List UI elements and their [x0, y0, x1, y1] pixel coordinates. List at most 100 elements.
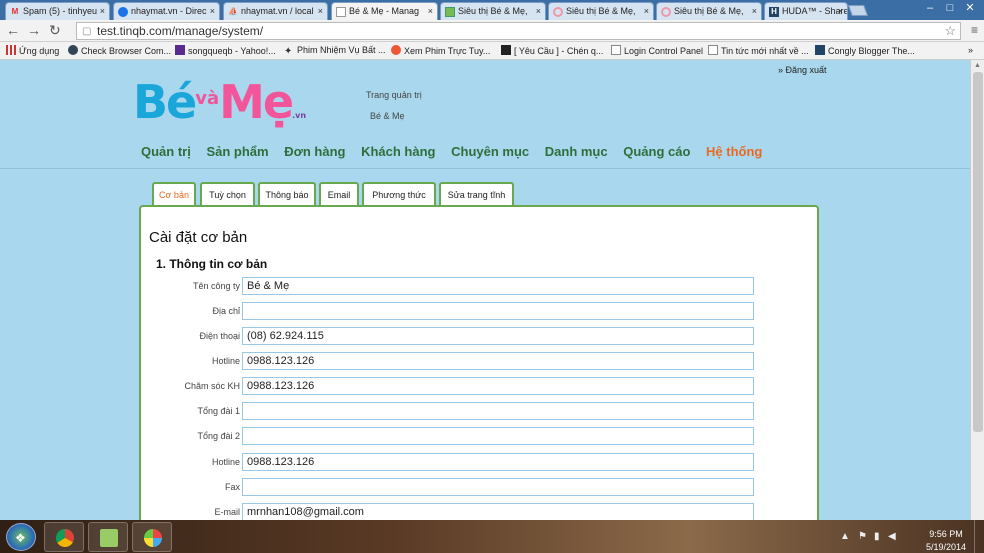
yahoo-icon — [175, 45, 185, 55]
close-icon[interactable]: × — [644, 6, 649, 16]
browser-tab[interactable]: Siêu thị Bé & Mẹ, × — [656, 2, 762, 20]
tab-thong-bao[interactable]: Thông báo — [258, 182, 316, 205]
close-icon[interactable]: × — [838, 6, 843, 16]
switchboard-2-field[interactable] — [242, 427, 754, 445]
scrollbar-thumb[interactable] — [973, 72, 983, 432]
form-row: Tổng đài 2 — [141, 427, 821, 446]
bookmark-item[interactable]: ✦ Phim Nhiệm Vụ Bất ... — [284, 45, 386, 57]
customer-care-field[interactable] — [242, 377, 754, 395]
bookmark-item[interactable]: Check Browser Com... — [68, 45, 171, 56]
flag-icon[interactable]: ⚑ — [858, 531, 867, 542]
tray-arrow-icon[interactable]: ▲ — [840, 531, 850, 542]
show-desktop-button[interactable] — [974, 520, 984, 553]
nav-item-chuyen-muc[interactable]: Chuyên mục — [451, 144, 529, 159]
browser-tab-title: Spam (5) - tinhyeu — [23, 6, 98, 16]
reload-icon[interactable]: ↻ — [49, 22, 61, 39]
form-title: Cài đặt cơ bản — [149, 229, 248, 246]
browser-tab[interactable]: M Spam (5) - tinhyeu × — [5, 2, 110, 20]
admin-title: Trang quản trị — [366, 90, 422, 100]
forum-icon — [501, 45, 511, 55]
browser-tab[interactable]: ⛵ nhaymat.vn / local × — [223, 2, 328, 20]
forward-icon[interactable]: → — [27, 22, 41, 38]
bookmark-item[interactable]: Congly Blogger The... — [815, 45, 915, 56]
tab-sua-trang-tinh[interactable]: Sửa trang tĩnh — [439, 182, 514, 205]
paint-icon — [144, 529, 162, 547]
new-tab-button[interactable] — [847, 5, 869, 16]
main-nav: Quản trị Sản phẩm Đơn hàng Khách hàng Ch… — [141, 144, 774, 159]
shield-icon — [68, 45, 78, 55]
close-icon[interactable]: × — [752, 6, 757, 16]
company-name-field[interactable] — [242, 277, 754, 295]
browser-toolbar: ← → ↻ ▢ test.tinqb.com/manage/system/ ☆ … — [0, 20, 984, 42]
close-icon[interactable]: × — [210, 6, 215, 16]
bookmark-item[interactable]: Ứng dụng — [6, 45, 59, 56]
field-label: E-mail — [214, 507, 240, 517]
bookmark-item[interactable]: songqueqb - Yahoo!... — [175, 45, 276, 56]
page-scrollbar[interactable]: ▲ — [970, 60, 984, 520]
address-bar[interactable]: ▢ test.tinqb.com/manage/system/ ☆ — [76, 22, 961, 40]
tab-email[interactable]: Email — [319, 182, 359, 205]
tab-co-ban[interactable]: Cơ bản — [152, 182, 196, 206]
page-info-icon[interactable]: ▢ — [82, 26, 91, 37]
nav-item-san-pham[interactable]: Sản phẩm — [206, 144, 268, 159]
switchboard-1-field[interactable] — [242, 402, 754, 420]
minimize-icon[interactable]: – — [920, 2, 940, 14]
maximize-icon[interactable]: □ — [940, 2, 960, 14]
nav-item-danh-muc[interactable]: Danh mục — [545, 144, 608, 159]
browser-tab-strip: M Spam (5) - tinhyeu × nhaymat.vn - Dire… — [0, 0, 984, 20]
nav-item-he-thong[interactable]: Hệ thống — [706, 144, 762, 159]
browser-tab[interactable]: nhaymat.vn - Direc × — [113, 2, 220, 20]
site-logo[interactable]: BévàMẹ.vn — [133, 74, 306, 141]
bookmarks-bar: Ứng dụng Check Browser Com... songqueqb … — [0, 42, 984, 60]
tab-tuy-chon[interactable]: Tuỳ chọn — [200, 182, 255, 205]
close-icon[interactable]: × — [318, 6, 323, 16]
bookmark-label: Tin tức mới nhất về ... — [721, 46, 809, 56]
field-label: Điện thoại — [199, 331, 240, 341]
browser-tab[interactable]: Siêu thị Bé & Mẹ, × — [440, 2, 546, 20]
nav-item-quang-cao[interactable]: Quảng cáo — [623, 144, 690, 159]
nav-item-khach-hang[interactable]: Khách hàng — [361, 144, 435, 159]
loading-icon — [661, 7, 671, 17]
browser-tab[interactable]: Siêu thị Bé & Mẹ, × — [548, 2, 654, 20]
menu-icon[interactable]: ≡ — [971, 23, 978, 37]
bookmark-label: Login Control Panel — [624, 46, 704, 56]
system-clock[interactable]: 9:56 PM 5/19/2014 — [926, 528, 966, 553]
hotline-2-field[interactable] — [242, 453, 754, 471]
bookmark-label: songqueqb - Yahoo!... — [188, 46, 276, 56]
fax-field[interactable] — [242, 478, 754, 496]
header-divider — [0, 168, 970, 169]
bookmark-star-icon[interactable]: ☆ — [944, 23, 956, 39]
network-icon[interactable]: ▮ — [874, 531, 880, 542]
close-icon[interactable]: × — [428, 6, 433, 16]
taskbar-app-ftp[interactable] — [88, 522, 128, 552]
clock-date: 5/19/2014 — [925, 542, 966, 552]
logout-link[interactable]: » Đăng xuất — [778, 65, 827, 75]
taskbar-app-chrome[interactable] — [44, 522, 84, 552]
back-icon[interactable]: ← — [6, 22, 20, 38]
taskbar-app-paint[interactable] — [132, 522, 172, 552]
apps-icon — [6, 45, 16, 55]
phone-field[interactable] — [242, 327, 754, 345]
bookmark-item[interactable]: [ Yêu Cầu ] - Chén q... — [501, 45, 603, 56]
gmail-icon: M — [11, 7, 19, 16]
bookmark-item[interactable]: Tin tức mới nhất về ... — [708, 45, 809, 56]
volume-icon[interactable]: ◀ — [888, 531, 896, 542]
close-window-icon[interactable]: ✕ — [960, 1, 980, 14]
bookmark-item[interactable]: Login Control Panel — [611, 45, 703, 56]
browser-tab[interactable]: Bé & Mẹ - Manag × — [331, 2, 438, 20]
address-field[interactable] — [242, 302, 754, 320]
start-button[interactable]: ❖ — [6, 523, 36, 551]
close-icon[interactable]: × — [536, 6, 541, 16]
browser-tab[interactable]: H HUDA™ - Share fu × — [764, 2, 848, 20]
close-icon[interactable]: × — [100, 6, 105, 16]
nav-item-quan-tri[interactable]: Quản trị — [141, 144, 191, 159]
email-field[interactable] — [242, 503, 754, 520]
hotline-field[interactable] — [242, 352, 754, 370]
more-bookmarks-button[interactable]: » — [968, 45, 973, 55]
bookmark-label: [ Yêu Cầu ] - Chén q... — [514, 46, 604, 56]
bookmark-item[interactable]: Xem Phim Trực Tuy... — [391, 45, 490, 56]
clock-time: 9:56 PM — [929, 529, 963, 539]
nav-item-don-hang[interactable]: Đơn hàng — [284, 144, 345, 159]
scroll-up-icon[interactable]: ▲ — [974, 62, 981, 69]
tab-phuong-thuc[interactable]: Phương thức — [362, 182, 436, 205]
